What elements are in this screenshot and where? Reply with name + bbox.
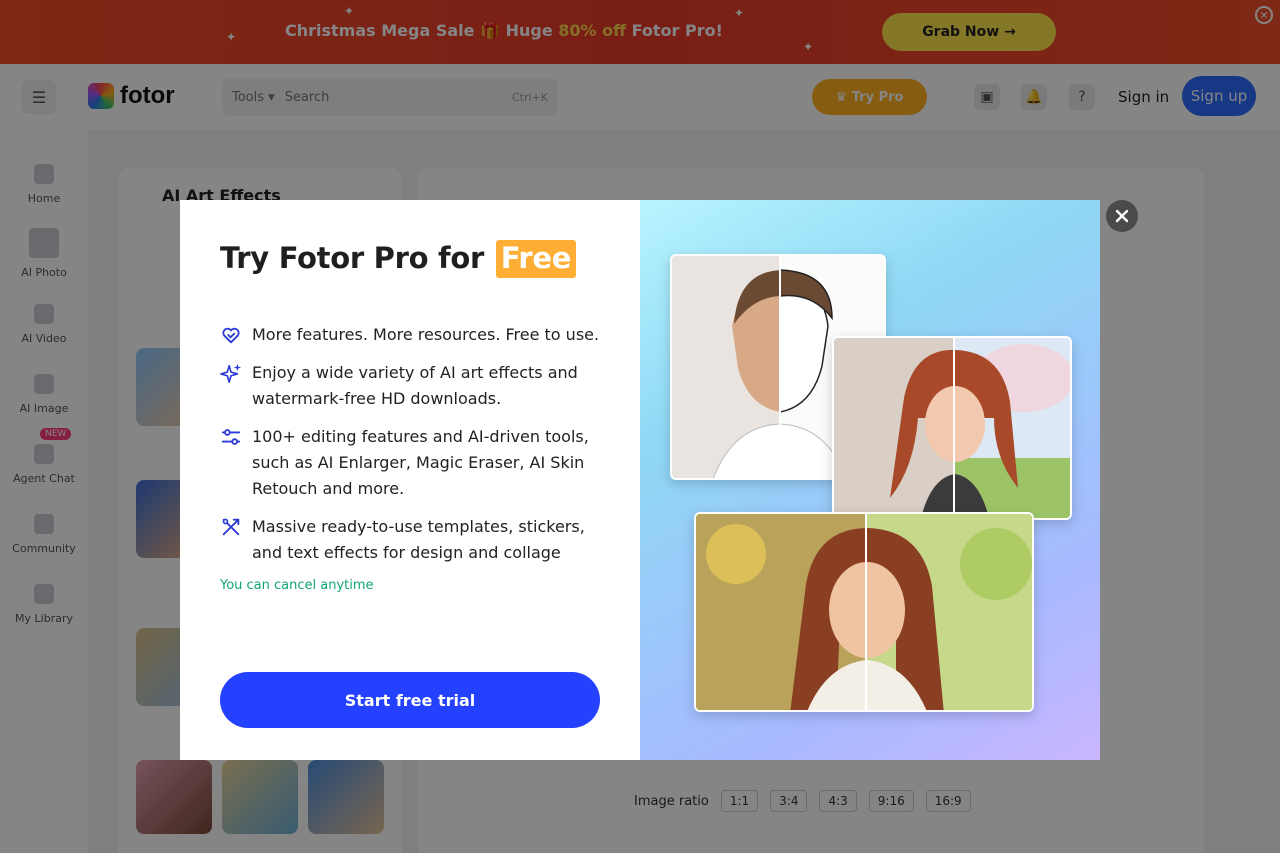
feature-text: Enjoy a wide variety of AI art effects a… (252, 363, 578, 408)
close-icon (1115, 209, 1129, 223)
feature-item: 100+ editing features and AI-driven tool… (220, 424, 610, 502)
anime-portrait-illustration (834, 338, 1070, 518)
feature-text: 100+ editing features and AI-driven tool… (252, 427, 589, 498)
cancel-note: You can cancel anytime (220, 578, 374, 593)
modal-title-text: Try Fotor Pro for (220, 241, 494, 275)
cartoon-portrait-illustration (696, 514, 1032, 710)
feature-text: More features. More resources. Free to u… (252, 325, 600, 344)
tools-icon (222, 518, 240, 536)
modal-title: Try Fotor Pro for Free (220, 240, 577, 278)
feature-item: Enjoy a wide variety of AI art effects a… (220, 360, 610, 412)
sliders-icon (221, 429, 241, 445)
anime-portrait-image (832, 336, 1072, 520)
modal-content: Try Fotor Pro for Free More features. Mo… (180, 200, 640, 760)
close-modal-button[interactable] (1106, 200, 1138, 232)
cartoon-portrait-image (694, 512, 1034, 712)
modal-illustration (640, 200, 1100, 760)
heart-arrow-icon (222, 327, 240, 344)
free-badge: Free (495, 240, 577, 278)
start-free-trial-button[interactable]: Start free trial (220, 672, 600, 728)
feature-item: Massive ready-to-use templates, stickers… (220, 514, 610, 566)
pro-trial-modal: Try Fotor Pro for Free More features. Mo… (180, 200, 1100, 760)
feature-item: More features. More resources. Free to u… (220, 322, 610, 348)
sparkle-icon (220, 363, 242, 383)
feature-text: Massive ready-to-use templates, stickers… (252, 517, 585, 562)
